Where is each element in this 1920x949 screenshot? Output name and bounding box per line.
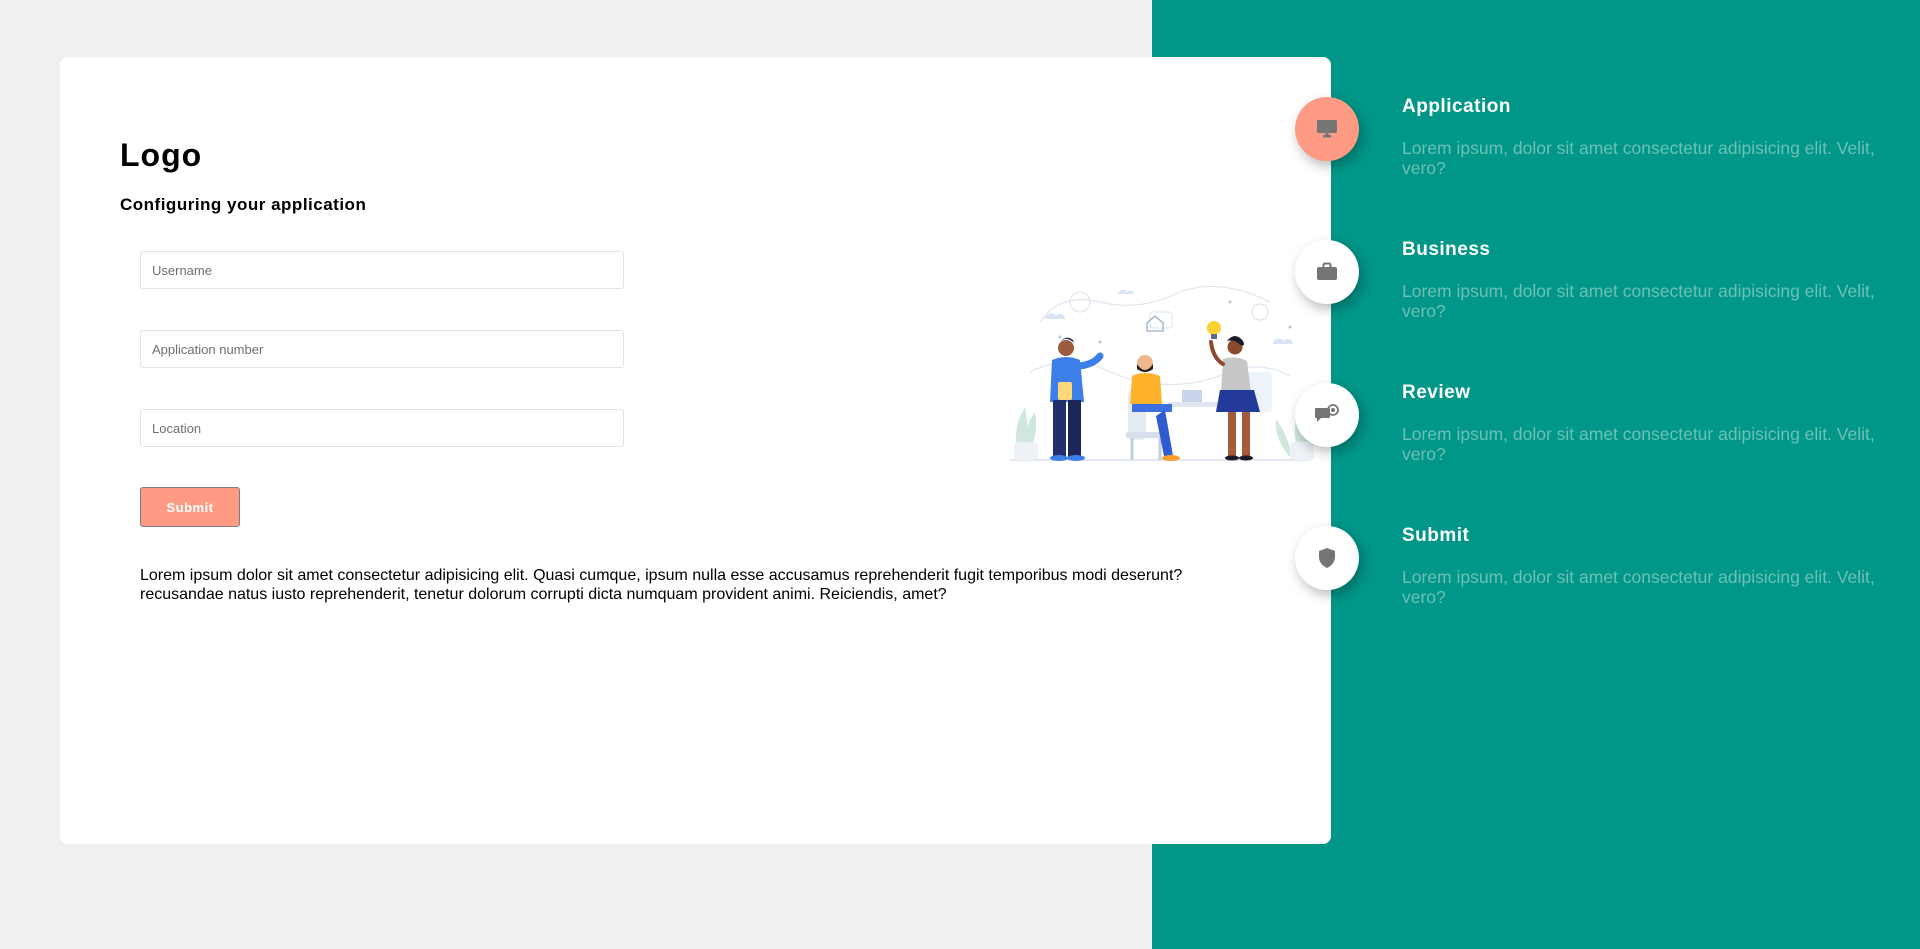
step-review-title: Review xyxy=(1402,382,1471,403)
step-business-description: Lorem ipsum, dolor sit amet consectetur … xyxy=(1402,281,1875,321)
form-card: Logo Configuring your application Submit… xyxy=(60,57,1331,844)
step-review-description: Lorem ipsum, dolor sit amet consectetur … xyxy=(1402,424,1875,464)
monitor-icon xyxy=(1317,120,1337,138)
step-application-title: Application xyxy=(1402,96,1511,117)
review-chat-icon xyxy=(1315,404,1339,422)
shield-icon xyxy=(1319,548,1335,568)
step-submit-description: Lorem ipsum, dolor sit amet consectetur … xyxy=(1402,567,1875,607)
step-application-description: Lorem ipsum, dolor sit amet consectetur … xyxy=(1402,138,1875,178)
step-business-button[interactable] xyxy=(1295,240,1359,304)
team-meeting-illustration xyxy=(1010,285,1315,461)
form-subtitle: Configuring your application xyxy=(120,195,367,214)
step-review-button[interactable] xyxy=(1295,383,1359,447)
logo: Logo xyxy=(120,137,203,173)
step-submit-button[interactable] xyxy=(1295,526,1359,590)
briefcase-icon xyxy=(1317,262,1337,280)
username-input[interactable] xyxy=(140,251,624,289)
location-input[interactable] xyxy=(140,409,624,447)
form-description: Lorem ipsum dolor sit amet consectetur a… xyxy=(140,567,1183,603)
step-application-button[interactable] xyxy=(1295,97,1359,161)
application-number-input[interactable] xyxy=(140,330,624,368)
step-business-title: Business xyxy=(1402,239,1491,260)
step-submit-title: Submit xyxy=(1402,525,1470,546)
submit-button[interactable]: Submit xyxy=(140,487,240,527)
